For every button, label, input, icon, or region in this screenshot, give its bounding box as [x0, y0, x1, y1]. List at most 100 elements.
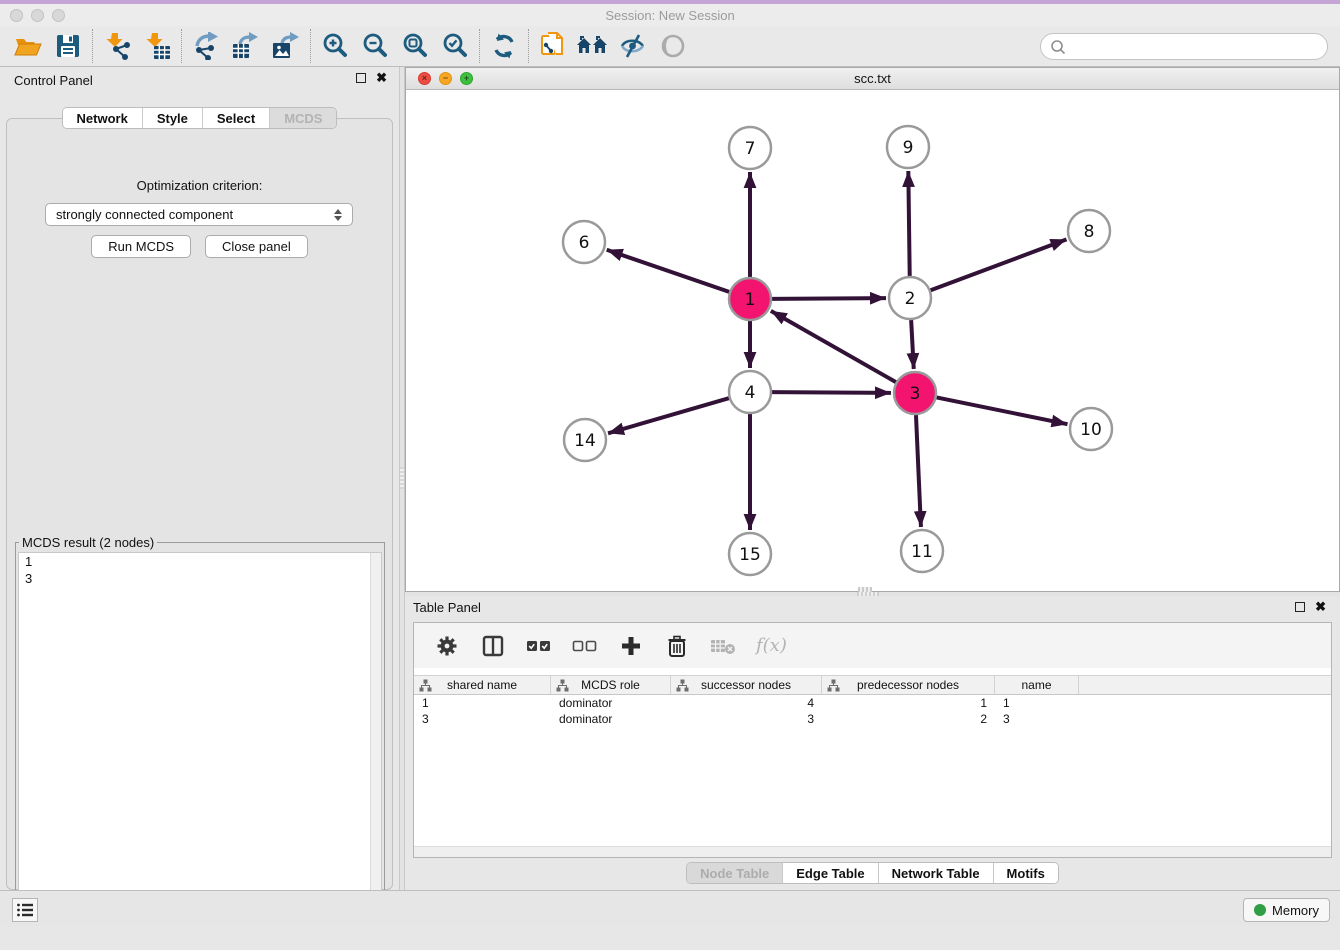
graph-node-7[interactable]: 7	[729, 127, 771, 169]
split-panel-button[interactable]	[480, 633, 506, 659]
tab-edge-table[interactable]: Edge Table	[783, 863, 878, 883]
add-column-button[interactable]	[618, 633, 644, 659]
zoom-out-button[interactable]	[355, 28, 395, 64]
column-header-successor-nodes[interactable]: successor nodes	[671, 676, 822, 694]
export-image-button[interactable]	[266, 28, 306, 64]
cell-name[interactable]: 1	[995, 696, 1079, 710]
close-table-panel-icon[interactable]: ✖	[1315, 602, 1326, 612]
cell-predecessor-nodes[interactable]: 1	[822, 696, 995, 710]
tab-network-table[interactable]: Network Table	[879, 863, 994, 883]
table-row[interactable]: 3dominator323	[414, 711, 1331, 727]
node-label: 7	[745, 139, 756, 159]
graph-node-2[interactable]: 2	[889, 277, 931, 319]
delete-table-button[interactable]	[710, 633, 736, 659]
criterion-value: strongly connected component	[56, 207, 334, 222]
mcds-result-title: MCDS result (2 nodes)	[19, 535, 157, 550]
graph-edge-2-9[interactable]	[908, 171, 909, 276]
result-scrollbar[interactable]	[370, 553, 381, 914]
table-row[interactable]: 1dominator411	[414, 695, 1331, 711]
graph-node-8[interactable]: 8	[1068, 210, 1110, 252]
cell-shared-name[interactable]: 3	[414, 712, 551, 726]
tab-motifs[interactable]: Motifs	[994, 863, 1058, 883]
table-settings-button[interactable]	[434, 633, 460, 659]
splitter-handle[interactable]	[400, 467, 404, 489]
export-network-button[interactable]	[186, 28, 226, 64]
graph-edge-3-1[interactable]	[771, 311, 896, 382]
import-network-button[interactable]	[97, 28, 137, 64]
column-label: shared name	[447, 678, 517, 692]
clone-network-icon	[539, 31, 567, 61]
graph-edge-1-6[interactable]	[607, 250, 729, 292]
float-table-panel-icon[interactable]	[1295, 602, 1305, 612]
graph-node-11[interactable]: 11	[901, 530, 943, 572]
cell-MCDS-role[interactable]: dominator	[551, 712, 671, 726]
cell-shared-name[interactable]: 1	[414, 696, 551, 710]
column-label: predecessor nodes	[857, 678, 959, 692]
cell-predecessor-nodes[interactable]: 2	[822, 712, 995, 726]
criterion-dropdown[interactable]: strongly connected component	[45, 203, 353, 226]
graph-node-14[interactable]: 14	[564, 419, 606, 461]
function-builder-icon[interactable]: f(x)	[756, 635, 787, 656]
save-session-button[interactable]	[48, 28, 88, 64]
mcds-panel: Optimization criterion: strongly connect…	[6, 118, 393, 890]
tab-node-table[interactable]: Node Table	[687, 863, 783, 883]
show-task-history-button[interactable]	[12, 898, 38, 922]
graph-node-1[interactable]: 1	[729, 278, 771, 320]
first-neighbors-button[interactable]	[573, 28, 613, 64]
run-mcds-button[interactable]: Run MCDS	[91, 235, 191, 258]
float-panel-icon[interactable]	[356, 73, 366, 83]
memory-label: Memory	[1272, 903, 1319, 918]
split-columns-icon	[482, 635, 504, 657]
graph-edge-4-14[interactable]	[608, 398, 729, 433]
graph-edge-4-3[interactable]	[772, 392, 891, 393]
zoom-selected-button[interactable]	[435, 28, 475, 64]
tab-network[interactable]: Network	[63, 108, 143, 128]
graph-node-15[interactable]: 15	[729, 533, 771, 575]
tab-style[interactable]: Style	[143, 108, 203, 128]
column-header-shared-name[interactable]: shared name	[414, 676, 551, 694]
export-table-button[interactable]	[226, 28, 266, 64]
node-table-container: f(x) shared name MCDS rolesuccessor nodes…	[413, 622, 1332, 858]
level-of-detail-button[interactable]	[653, 28, 693, 64]
close-panel-button[interactable]: Close panel	[205, 235, 308, 258]
graph-node-3[interactable]: 3	[894, 372, 936, 414]
show-hide-graphics-details-button[interactable]	[613, 28, 653, 64]
graph-node-9[interactable]: 9	[887, 126, 929, 168]
column-tree-icon	[556, 679, 569, 692]
close-panel-icon[interactable]: ✖	[376, 73, 387, 83]
graph-node-6[interactable]: 6	[563, 221, 605, 263]
graph-edge-1-2[interactable]	[772, 298, 886, 299]
table-horizontal-scrollbar[interactable]	[414, 846, 1331, 857]
select-all-columns-button[interactable]	[526, 633, 552, 659]
search-input[interactable]	[1067, 36, 1327, 58]
open-session-button[interactable]	[8, 28, 48, 64]
graph-node-4[interactable]: 4	[729, 371, 771, 413]
zoom-in-button[interactable]	[315, 28, 355, 64]
new-network-from-selection-button[interactable]	[533, 28, 573, 64]
graph-edge-3-11[interactable]	[916, 415, 921, 527]
tab-mcds[interactable]: MCDS	[270, 108, 336, 128]
column-header-name[interactable]: name	[995, 676, 1079, 694]
memory-button[interactable]: Memory	[1243, 898, 1330, 922]
cell-MCDS-role[interactable]: dominator	[551, 696, 671, 710]
column-header-predecessor-nodes[interactable]: predecessor nodes	[822, 676, 995, 694]
graph-edge-3-10[interactable]	[937, 397, 1068, 424]
cell-successor-nodes[interactable]: 4	[671, 696, 822, 710]
cell-successor-nodes[interactable]: 3	[671, 712, 822, 726]
import-table-button[interactable]	[137, 28, 177, 64]
zoom-fit-button[interactable]	[395, 28, 435, 64]
graph-edge-2-8[interactable]	[931, 239, 1067, 290]
column-header-MCDS-role[interactable]: MCDS role	[551, 676, 671, 694]
apply-layout-button[interactable]	[484, 28, 524, 64]
deselect-all-columns-button[interactable]	[572, 633, 598, 659]
network-canvas[interactable]: 7 9 6 8 1 2 4 3 14 10 15 11	[406, 90, 1339, 591]
control-panel-tabs: Network Style Select MCDS	[62, 107, 338, 129]
tab-select[interactable]: Select	[203, 108, 270, 128]
optimization-criterion-label: Optimization criterion:	[7, 178, 392, 193]
graph-node-10[interactable]: 10	[1070, 408, 1112, 450]
zoom-out-icon	[361, 32, 389, 60]
result-line: 3	[19, 570, 381, 587]
cell-name[interactable]: 3	[995, 712, 1079, 726]
graph-edge-2-3[interactable]	[911, 320, 914, 369]
delete-column-button[interactable]	[664, 633, 690, 659]
